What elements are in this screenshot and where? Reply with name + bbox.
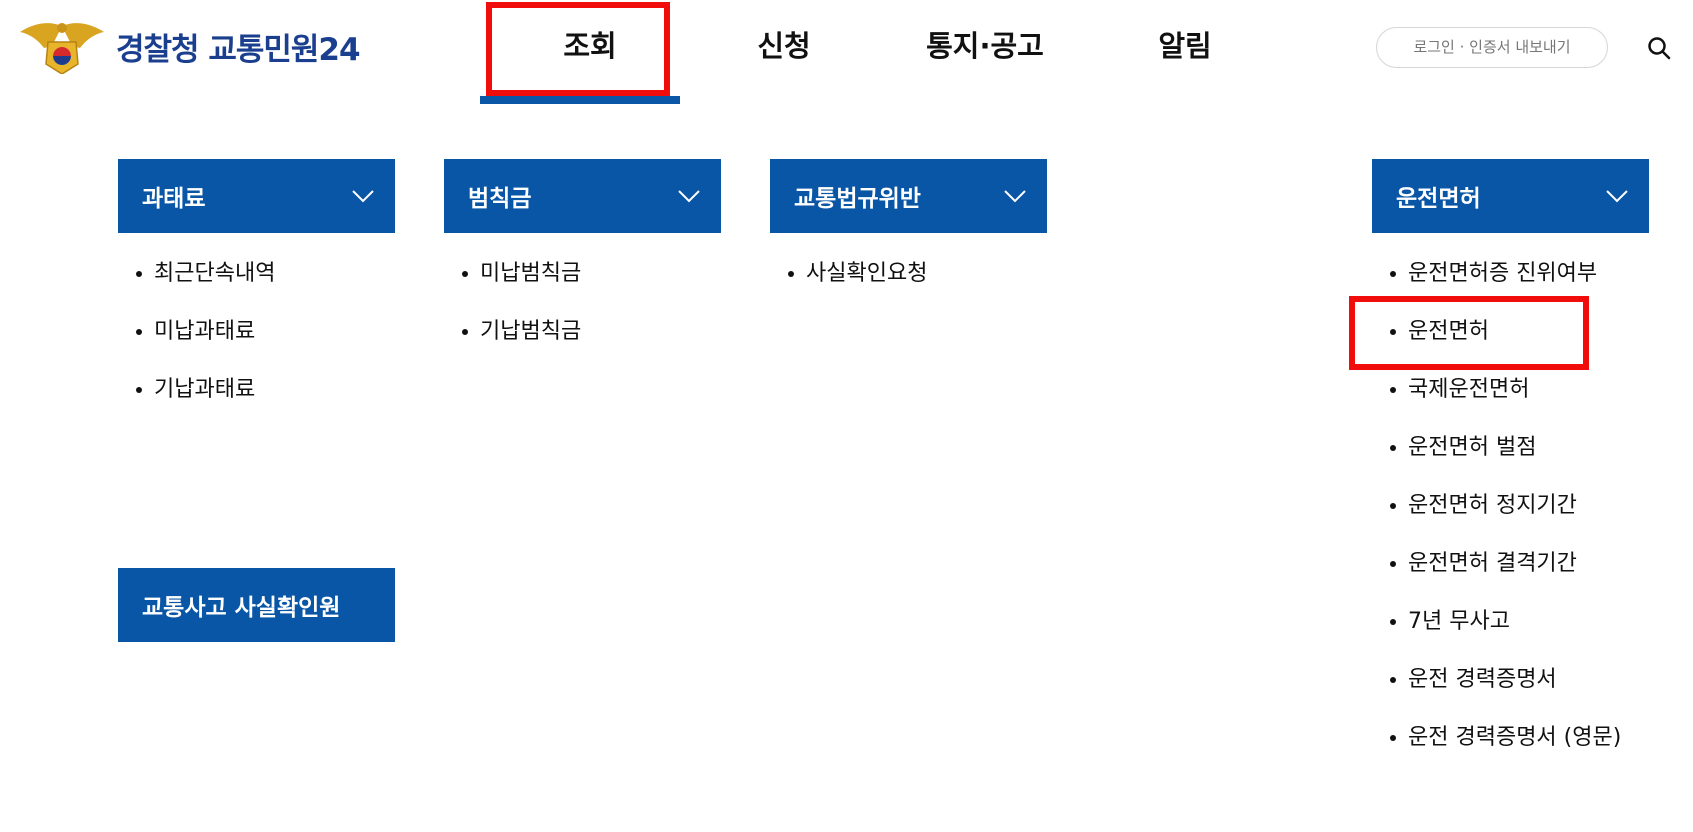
submenu-item[interactable]: 미납범칙금 xyxy=(459,252,581,310)
submenu-item[interactable]: 운전면허 결격기간 xyxy=(1387,542,1621,600)
submenu-item[interactable]: 기납과태료 xyxy=(133,368,275,426)
bullet-icon xyxy=(1390,677,1396,683)
category-header-penalty[interactable]: 범칙금 xyxy=(444,159,721,233)
nav-apply[interactable]: 신청 xyxy=(724,24,844,68)
bullet-icon xyxy=(1390,735,1396,741)
category-title: 운전면허 xyxy=(1396,186,1481,212)
submenu-item[interactable]: 7년 무사고 xyxy=(1387,600,1621,658)
submenu-item[interactable]: 국제운전면허 xyxy=(1387,368,1621,426)
submenu-item[interactable]: 운전 경력증명서 (영문) xyxy=(1387,716,1621,774)
chevron-down-icon xyxy=(352,190,374,203)
category-header-accident[interactable]: 교통사고 사실확인원 xyxy=(118,568,395,642)
nav-inquiry[interactable]: 조회 xyxy=(520,24,660,68)
police-emblem-icon xyxy=(20,23,104,74)
submenu-item[interactable]: 운전 경력증명서 xyxy=(1387,658,1621,716)
bullet-icon xyxy=(1390,561,1396,567)
site-logo[interactable]: 경찰청 교통민원24 xyxy=(18,18,361,74)
chevron-down-icon xyxy=(1004,190,1026,203)
category-header-fines[interactable]: 과태료 xyxy=(118,159,395,233)
nav-active-underline xyxy=(480,96,680,104)
category-title: 범칙금 xyxy=(468,186,532,212)
bullet-icon xyxy=(136,271,142,277)
submenu-item[interactable]: 최근단속내역 xyxy=(133,252,275,310)
submenu-item[interactable]: 운전면허 xyxy=(1387,310,1621,368)
nav-alerts[interactable]: 알림 xyxy=(1130,24,1240,68)
search-icon[interactable] xyxy=(1646,35,1672,61)
login-button[interactable]: 로그인 · 인증서 내보내기 xyxy=(1376,27,1608,68)
submenu-item[interactable]: 운전면허 정지기간 xyxy=(1387,484,1621,542)
bullet-icon xyxy=(1390,271,1396,277)
nav-notice[interactable]: 통지·공고 xyxy=(900,24,1070,68)
submenu-item[interactable]: 사실확인요청 xyxy=(785,252,927,310)
bullet-icon xyxy=(1390,503,1396,509)
bullet-icon xyxy=(1390,387,1396,393)
submenu-violation: 사실확인요청 xyxy=(785,252,927,310)
chevron-down-icon xyxy=(678,190,700,203)
bullet-icon xyxy=(136,329,142,335)
submenu-penalty: 미납범칙금 기납범칙금 xyxy=(459,252,581,368)
bullet-icon xyxy=(462,329,468,335)
chevron-down-icon xyxy=(1606,190,1628,203)
category-title: 교통법규위반 xyxy=(794,186,921,212)
bullet-icon xyxy=(1390,619,1396,625)
submenu-license: 운전면허증 진위여부 운전면허 국제운전면허 운전면허 벌점 운전면허 정지기간… xyxy=(1387,252,1621,774)
bullet-icon xyxy=(1390,329,1396,335)
bullet-icon xyxy=(788,271,794,277)
category-header-violation[interactable]: 교통법규위반 xyxy=(770,159,1047,233)
logo-text: 경찰청 교통민원24 xyxy=(116,31,361,68)
bullet-icon xyxy=(462,271,468,277)
page: 경찰청 교통민원24 조회 신청 통지·공고 알림 로그인 · 인증서 내보내기… xyxy=(0,0,1693,832)
bullet-icon xyxy=(136,387,142,393)
submenu-item[interactable]: 운전면허 벌점 xyxy=(1387,426,1621,484)
category-title: 과태료 xyxy=(142,186,206,212)
submenu-item[interactable]: 운전면허증 진위여부 xyxy=(1387,252,1621,310)
category-title: 교통사고 사실확인원 xyxy=(142,595,341,621)
submenu-item[interactable]: 기납범칙금 xyxy=(459,310,581,368)
submenu-item[interactable]: 미납과태료 xyxy=(133,310,275,368)
bullet-icon xyxy=(1390,445,1396,451)
submenu-fines: 최근단속내역 미납과태료 기납과태료 xyxy=(133,252,275,426)
category-header-license[interactable]: 운전면허 xyxy=(1372,159,1649,233)
